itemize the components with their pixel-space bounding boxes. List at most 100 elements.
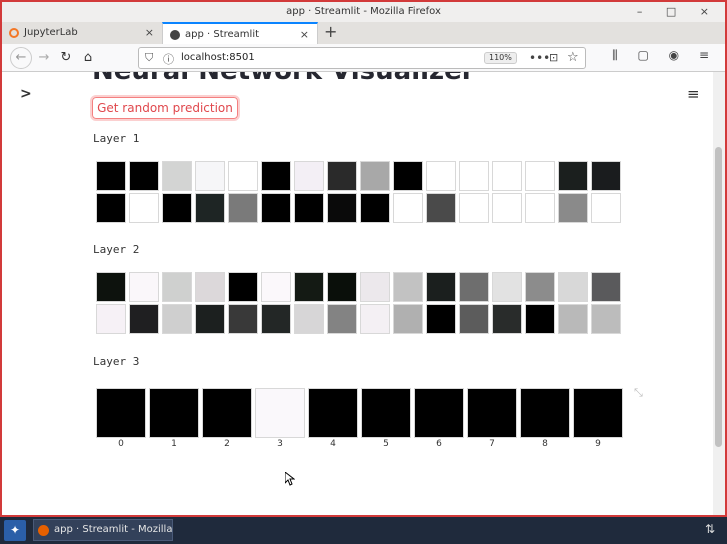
neuron-cell xyxy=(426,272,456,302)
tab-streamlit[interactable]: app · Streamlit × xyxy=(162,22,318,44)
neuron-cell xyxy=(525,304,555,334)
neuron-cell xyxy=(228,193,258,223)
neuron-cell xyxy=(327,161,357,191)
neuron-cell xyxy=(492,272,522,302)
neuron-cell xyxy=(426,161,456,191)
neuron-cell xyxy=(294,304,324,334)
neuron-cell xyxy=(327,272,357,302)
output-cell xyxy=(467,388,517,438)
expand-icon[interactable]: ⤡ xyxy=(634,386,643,400)
neuron-cell xyxy=(162,193,192,223)
start-menu-button[interactable]: ✦ xyxy=(4,520,26,541)
close-tab-icon[interactable]: × xyxy=(300,24,309,46)
pocket-icon[interactable]: ⊡ xyxy=(549,48,558,68)
neuron-cell xyxy=(393,193,423,223)
output-digit-label: 2 xyxy=(224,439,230,449)
neuron-cell xyxy=(360,193,390,223)
neuron-cell xyxy=(393,161,423,191)
page-actions-icon[interactable]: ••• xyxy=(529,48,550,68)
neuron-cell xyxy=(129,193,159,223)
neuron-cell xyxy=(195,161,225,191)
neuron-cell xyxy=(129,161,159,191)
neuron-cell xyxy=(228,304,258,334)
output-cell xyxy=(255,388,305,438)
browser-window: app · Streamlit - Mozilla Firefox – □ × … xyxy=(0,0,727,517)
new-tab-button[interactable]: + xyxy=(324,22,337,42)
neuron-cell xyxy=(228,161,258,191)
neuron-cell xyxy=(162,272,192,302)
neuron-cell xyxy=(195,304,225,334)
window-controls[interactable]: – □ × xyxy=(637,2,719,22)
home-button[interactable]: ⌂ xyxy=(78,48,98,68)
os-taskbar: ✦ app · Streamlit - Mozilla Firef... ⇅ xyxy=(0,517,727,544)
firefox-icon xyxy=(38,525,49,536)
sidebar-toggle-icon[interactable]: > xyxy=(20,86,32,102)
neuron-cell xyxy=(558,272,588,302)
neuron-cell xyxy=(591,193,621,223)
output-cell xyxy=(96,388,146,438)
neuron-cell xyxy=(558,161,588,191)
scrollbar-thumb[interactable] xyxy=(715,147,722,447)
neuron-cell xyxy=(591,272,621,302)
url-bar[interactable]: ⛉ ⓘ localhost:8501 110% ••• ⊡ ☆ xyxy=(138,47,586,69)
neuron-cell xyxy=(96,304,126,334)
neuron-cell xyxy=(459,272,489,302)
output-digit-label: 5 xyxy=(383,439,389,449)
tab-label: app · Streamlit xyxy=(185,29,260,40)
neuron-cell xyxy=(558,193,588,223)
neuron-cell xyxy=(492,161,522,191)
output-cell xyxy=(149,388,199,438)
output-digit-label: 4 xyxy=(330,439,336,449)
reload-button[interactable]: ↻ xyxy=(56,48,76,68)
output-cell xyxy=(308,388,358,438)
neuron-cell xyxy=(525,272,555,302)
output-neuron: 6 xyxy=(414,388,464,449)
output-digit-label: 3 xyxy=(277,439,283,449)
forward-button[interactable]: → xyxy=(34,48,54,68)
neuron-cell xyxy=(294,161,324,191)
neuron-cell xyxy=(360,161,390,191)
neuron-cell xyxy=(261,272,291,302)
layer-2-label: Layer 2 xyxy=(93,243,140,256)
close-tab-icon[interactable]: × xyxy=(145,22,154,44)
neuron-cell xyxy=(261,193,291,223)
random-prediction-button[interactable]: Get random prediction xyxy=(90,95,240,121)
output-neuron: 4 xyxy=(308,388,358,449)
neuron-cell xyxy=(459,161,489,191)
neuron-cell xyxy=(261,304,291,334)
site-info-icon[interactable]: ⓘ xyxy=(163,51,174,67)
tab-jupyterlab[interactable]: JupyterLab × xyxy=(2,22,162,44)
taskbar-firefox-item[interactable]: app · Streamlit - Mozilla Firef... xyxy=(33,519,173,541)
neuron-cell xyxy=(327,304,357,334)
neuron-cell xyxy=(426,193,456,223)
toolbar-right-icons[interactable]: ⫼ ▢ ◉ ≡ xyxy=(612,48,717,63)
url-text[interactable]: localhost:8501 xyxy=(181,48,255,68)
output-neuron: 8 xyxy=(520,388,570,449)
layer-1-grid xyxy=(96,161,621,223)
output-neuron: 9 xyxy=(573,388,623,449)
page-content: > ≡ Neural Network Visualizer Get random… xyxy=(2,72,713,515)
bookmark-star-icon[interactable]: ☆ xyxy=(567,48,579,68)
tracking-shield-icon[interactable]: ⛉ xyxy=(145,51,153,65)
output-digit-label: 6 xyxy=(436,439,442,449)
layer-3-outputs: 0 1 2 3 4 5 6 7 8 9 xyxy=(96,388,623,449)
layer-1-label: Layer 1 xyxy=(93,132,140,145)
neuron-cell xyxy=(294,272,324,302)
output-cell xyxy=(414,388,464,438)
neuron-cell xyxy=(393,272,423,302)
neuron-cell xyxy=(591,304,621,334)
network-tray-icon[interactable]: ⇅ xyxy=(705,522,715,536)
neuron-cell xyxy=(327,193,357,223)
zoom-level-badge[interactable]: 110% xyxy=(484,52,517,64)
window-title: app · Streamlit - Mozilla Firefox xyxy=(286,6,441,17)
app-menu-icon[interactable]: ≡ xyxy=(687,85,700,103)
taskbar-item-label: app · Streamlit - Mozilla Firef... xyxy=(54,524,173,535)
page-scrollbar[interactable] xyxy=(713,72,725,515)
neuron-cell xyxy=(459,193,489,223)
output-cell xyxy=(573,388,623,438)
output-digit-label: 8 xyxy=(542,439,548,449)
back-button[interactable]: ← xyxy=(10,47,32,69)
neuron-cell xyxy=(228,272,258,302)
output-cell xyxy=(520,388,570,438)
neuron-cell xyxy=(96,161,126,191)
